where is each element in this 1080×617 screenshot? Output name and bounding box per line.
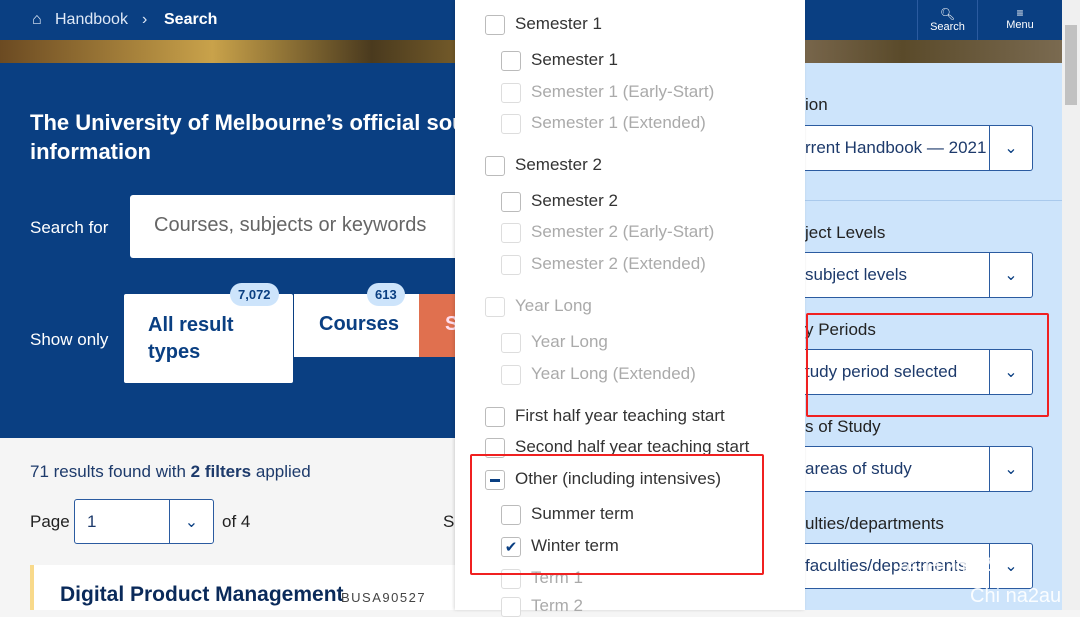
highlight-box (470, 454, 764, 575)
checkbox[interactable] (501, 192, 521, 212)
option-label: Semester 2 (531, 191, 618, 210)
show-only-label: Show only (30, 330, 109, 349)
checkbox (501, 597, 521, 617)
result-card[interactable]: Digital Product Management BUSA90527 (30, 565, 455, 610)
results-summary: 71 results found with 2 filters applied (30, 462, 311, 481)
scrollbar-thumb[interactable] (1065, 25, 1077, 105)
filter-value: areas of study (805, 459, 912, 478)
home-icon[interactable]: ⌂ (32, 11, 42, 29)
option-label: Term 2 (531, 596, 583, 615)
option-label: Year Long (531, 332, 608, 351)
option-label: Year Long (515, 296, 592, 315)
nav-search-button[interactable]: 🔍︎ Search (917, 0, 977, 40)
checkbox[interactable] (485, 407, 505, 427)
option-label: Semester 1 (515, 14, 602, 33)
option-label: Semester 1 (Early-Start) (531, 82, 715, 101)
search-input[interactable]: Courses, subjects or keywords (130, 195, 460, 258)
filter-label: s of Study (805, 417, 881, 436)
chevron-down-icon: ⌄ (169, 500, 213, 543)
breadcrumb-separator-icon: › (142, 11, 148, 28)
option-label: Semester 1 (531, 50, 618, 69)
scrollbar[interactable] (1062, 0, 1080, 610)
card-code: BUSA90527 (341, 590, 427, 605)
breadcrumb-current: Search (164, 11, 218, 28)
menu-icon: ≡ (1016, 6, 1024, 20)
option-label: Semester 2 (Extended) (531, 254, 706, 273)
filter-select[interactable]: rrent Handbook — 2021 ⌄ (805, 125, 1033, 171)
chevron-down-icon: ⌄ (989, 447, 1032, 491)
nav-search-label: Search (930, 21, 965, 33)
highlight-box (806, 313, 1049, 417)
filter-value: rrent Handbook — 2021 (805, 138, 987, 157)
option-label: Semester 2 (Early-Start) (531, 222, 715, 241)
card-title[interactable]: Digital Product Management (60, 583, 344, 607)
page-label: Page (30, 512, 70, 531)
checkbox (501, 365, 521, 385)
option-label: Semester 2 (515, 155, 602, 174)
divider (805, 200, 1062, 201)
checkbox (501, 114, 521, 134)
checkbox (501, 333, 521, 353)
filter-value: subject levels (805, 265, 908, 284)
checkbox (501, 255, 521, 275)
checkbox (501, 223, 521, 243)
page-total: of 4 (222, 512, 251, 531)
checkbox[interactable] (485, 156, 505, 176)
filter-select[interactable]: subject levels ⌄ (805, 252, 1033, 298)
breadcrumb-handbook[interactable]: Handbook (55, 11, 128, 29)
watermark: Chi na2au (970, 585, 1062, 607)
chevron-down-icon: ⌄ (989, 126, 1032, 170)
nav-menu-label: Menu (1006, 19, 1034, 31)
filter-label: ion (805, 95, 828, 114)
tab-all-result-types[interactable]: All result types (124, 294, 293, 383)
checkbox (485, 297, 505, 317)
checkbox[interactable] (501, 51, 521, 71)
page-value: 1 (87, 512, 97, 531)
count-badge: 613 (367, 283, 405, 306)
option-label: Year Long (Extended) (531, 364, 696, 383)
checkbox[interactable] (485, 15, 505, 35)
count-badge: 7,072 (230, 283, 279, 306)
checkbox (501, 83, 521, 103)
filter-select[interactable]: areas of study ⌄ (805, 446, 1033, 492)
page-title: The University of Melbourne’s official s… (30, 110, 466, 164)
search-label: Search for (30, 218, 109, 237)
filter-label: ulties/departments (805, 514, 944, 533)
chevron-down-icon: ⌄ (989, 253, 1032, 297)
page-select[interactable]: 1 ⌄ (74, 499, 214, 544)
search-icon: 🔍︎ (939, 7, 956, 21)
nav-menu-button[interactable]: ≡ Menu (977, 0, 1062, 40)
option-label: First half year teaching start (515, 406, 725, 425)
option-label: Semester 1 (Extended) (531, 113, 706, 132)
filter-label: ject Levels (805, 223, 886, 242)
watermark: 学在猫本 (895, 550, 1000, 580)
